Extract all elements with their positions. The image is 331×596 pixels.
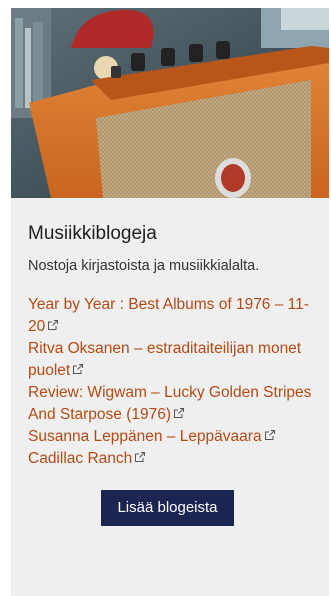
blog-link-1[interactable]: Year by Year : Best Albums of 1976 – 11-… [28,296,309,335]
external-link-icon [264,430,275,440]
blog-link-2[interactable]: Ritva Oksanen – estraditaiteilijan monet… [28,340,301,379]
blog-link-label: Year by Year : Best Albums of 1976 – 11-… [28,296,309,335]
list-item: Susanna Leppänen – Leppävaara [28,426,313,448]
hero-image [11,8,329,198]
blog-link-label: Cadillac Ranch [28,450,133,467]
card-title: Musiikkiblogeja [28,223,157,244]
list-item: Review: Wigwam – Lucky Golden Stripes An… [28,382,313,426]
amplifier-photo [11,8,329,198]
more-blogs-button[interactable]: Lisää blogeista [101,490,234,526]
music-blogs-card: Musiikkiblogeja Nostoja kirjastoista ja … [11,8,329,596]
external-link-icon [174,408,185,418]
blog-link-5[interactable]: Cadillac Ranch [28,450,146,467]
blog-link-label: Susanna Leppänen – Leppävaara [28,428,262,445]
list-item: Cadillac Ranch [28,448,313,470]
blog-link-4[interactable]: Susanna Leppänen – Leppävaara [28,428,275,445]
blog-link-3[interactable]: Review: Wigwam – Lucky Golden Stripes An… [28,384,311,423]
more-button-wrap: Lisää blogeista [28,490,313,526]
blog-link-label: Review: Wigwam – Lucky Golden Stripes An… [28,384,312,423]
external-link-icon [135,452,146,462]
external-link-icon [48,320,59,330]
list-item: Ritva Oksanen – estraditaiteilijan monet… [28,338,313,382]
list-item: Year by Year : Best Albums of 1976 – 11-… [28,294,313,338]
card-subtitle: Nostoja kirjastoista ja musiikkialalta. [28,258,260,274]
card-content: Musiikkiblogeja Nostoja kirjastoista ja … [11,198,329,526]
external-link-icon [73,364,84,374]
blog-link-list: Year by Year : Best Albums of 1976 – 11-… [28,294,313,470]
blog-link-label: Ritva Oksanen – estraditaiteilijan monet… [28,340,302,379]
